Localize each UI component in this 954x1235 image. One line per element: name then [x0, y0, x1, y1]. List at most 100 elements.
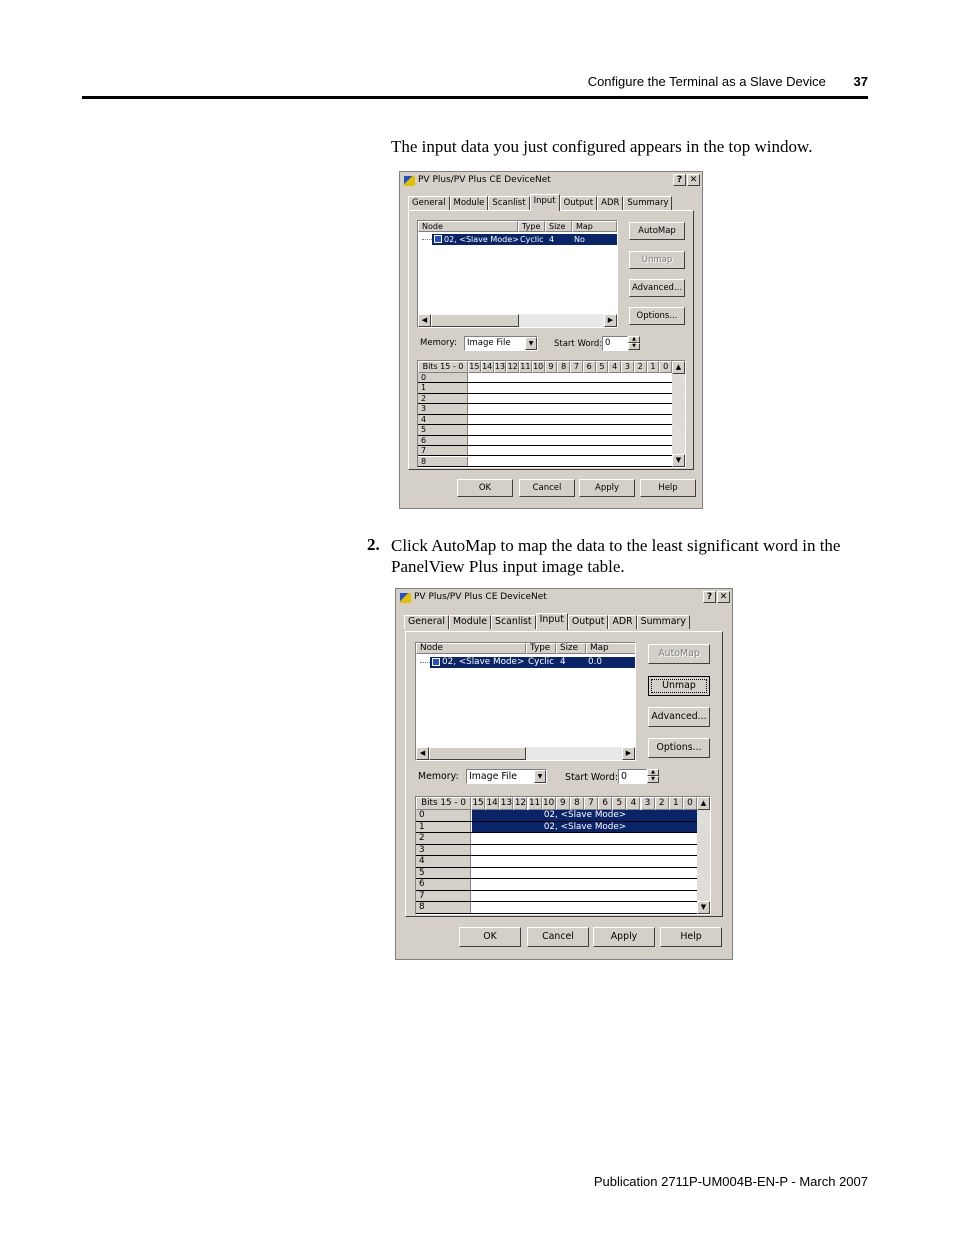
tab-summary[interactable]: Summary — [636, 615, 690, 629]
word-row-6[interactable]: 6 — [416, 879, 697, 891]
tab-output[interactable]: Output — [559, 196, 598, 210]
tab-summary[interactable]: Summary — [623, 196, 673, 210]
help-title-button[interactable]: ? — [673, 174, 686, 186]
bit-header-11[interactable]: 11 — [519, 361, 532, 373]
column-header-size[interactable]: Size — [556, 643, 586, 654]
title-bar[interactable]: PV Plus/PV Plus CE DeviceNet? ✕ — [398, 591, 730, 605]
tab-scanlist[interactable]: Scanlist — [488, 196, 530, 210]
scroll-right-arrow-icon[interactable]: ▶ — [622, 747, 635, 760]
bit-header-0[interactable]: 0 — [659, 361, 673, 373]
start-word-spinner[interactable]: ▲ ▼ — [628, 336, 640, 351]
tab-module[interactable]: Module — [449, 196, 489, 210]
word-row-4[interactable]: 4 — [418, 414, 672, 426]
column-header-node[interactable]: Node — [418, 221, 518, 232]
start-word-spinner[interactable]: ▲ ▼ — [647, 769, 659, 784]
close-title-button[interactable]: ✕ — [687, 174, 700, 186]
scroll-down-arrow-icon[interactable]: ▼ — [697, 901, 710, 914]
dropdown-arrow-icon[interactable]: ▼ — [534, 770, 546, 783]
word-row-1[interactable]: 1 02, <Slave Mode> — [416, 821, 698, 834]
bit-header-13[interactable]: 13 — [499, 797, 514, 810]
bit-header-6[interactable]: 6 — [598, 797, 613, 810]
memory-select[interactable]: Image File ▼ — [464, 336, 538, 351]
tab-general[interactable]: General — [408, 196, 450, 210]
bit-header-15[interactable]: 15 — [468, 361, 481, 373]
mapped-word-0[interactable]: 02, <Slave Mode> — [472, 810, 698, 821]
bit-header-1[interactable]: 1 — [668, 797, 683, 810]
input-image-grid[interactable]: Bits 15 - 0 15 14 13 12 11 10 9 8 7 6 5 4 3 2 1 0 0 02, <S… — [415, 796, 711, 915]
vertical-scrollbar[interactable]: ▲ ▼ — [697, 797, 710, 914]
bit-header-1[interactable]: 1 — [646, 361, 660, 373]
bit-header-15[interactable]: 15 — [471, 797, 486, 810]
word-row-2[interactable]: 2 — [416, 833, 697, 845]
unmap-button[interactable]: Unmap — [648, 676, 710, 696]
title-bar[interactable]: PV Plus/PV Plus CE DeviceNet? ✕ — [402, 174, 700, 188]
bit-header-3[interactable]: 3 — [640, 797, 655, 810]
tab-adr[interactable]: ADR — [597, 196, 624, 210]
bit-header-10[interactable]: 10 — [541, 797, 556, 810]
column-header-size[interactable]: Size — [545, 221, 572, 232]
scroll-right-arrow-icon[interactable]: ▶ — [604, 314, 617, 327]
bit-header-2[interactable]: 2 — [633, 361, 647, 373]
advanced-button[interactable]: Advanced... — [648, 707, 710, 727]
horizontal-scrollbar[interactable]: ◀ ▶ — [416, 747, 635, 760]
word-row-7[interactable]: 7 — [418, 446, 672, 457]
apply-button[interactable]: Apply — [579, 479, 635, 497]
options-button[interactable]: Options... — [648, 738, 710, 758]
node-row-slave-mode[interactable]: 02, <Slave Mode> Cyclic 4 No — [432, 234, 617, 245]
tab-output[interactable]: Output — [567, 615, 609, 629]
bit-header-7[interactable]: 7 — [584, 797, 599, 810]
cancel-button[interactable]: Cancel — [527, 927, 589, 947]
scanlist-node-list[interactable]: Node Type Size Map 02, <Slave Mode> Cyclic 4 0.… — [415, 642, 636, 761]
bit-header-5[interactable]: 5 — [595, 361, 609, 373]
spin-down-arrow-icon[interactable]: ▼ — [628, 343, 640, 350]
bit-header-4[interactable]: 4 — [608, 361, 622, 373]
bit-header-8[interactable]: 8 — [557, 361, 571, 373]
bit-header-12[interactable]: 12 — [506, 361, 520, 373]
tab-general[interactable]: General — [404, 615, 449, 629]
memory-select[interactable]: Image File ▼ — [466, 769, 547, 784]
spin-up-arrow-icon[interactable]: ▲ — [647, 769, 659, 776]
bit-header-11[interactable]: 11 — [527, 797, 542, 810]
bit-header-14[interactable]: 14 — [485, 797, 500, 810]
word-row-5[interactable]: 5 — [416, 867, 697, 880]
spin-up-arrow-icon[interactable]: ▲ — [628, 336, 640, 343]
column-header-type[interactable]: Type — [526, 643, 556, 654]
word-row-3[interactable]: 3 — [418, 404, 672, 415]
scroll-thumb[interactable] — [431, 314, 519, 327]
word-row-8[interactable]: 8 — [416, 902, 697, 914]
tab-input[interactable]: Input — [535, 613, 568, 630]
input-image-grid[interactable]: Bits 15 - 0 15 14 13 12 11 10 9 8 7 6 5 4 3 2 1 0 0 1 2 3 4 5 6… — [417, 360, 686, 468]
vertical-scrollbar[interactable]: ▲ ▼ — [672, 361, 685, 467]
start-word-input[interactable]: 0 — [602, 336, 628, 351]
word-row-4[interactable]: 4 — [416, 856, 697, 868]
horizontal-scrollbar[interactable]: ◀ ▶ — [418, 314, 617, 327]
automap-button[interactable]: AutoMap — [648, 644, 710, 664]
spin-down-arrow-icon[interactable]: ▼ — [647, 776, 659, 783]
mapped-word-1[interactable]: 02, <Slave Mode> — [472, 821, 698, 833]
bit-header-6[interactable]: 6 — [582, 361, 596, 373]
column-header-node[interactable]: Node — [416, 643, 526, 654]
column-header-map[interactable]: Map — [572, 221, 617, 232]
start-word-input[interactable]: 0 — [618, 769, 647, 784]
cancel-button[interactable]: Cancel — [519, 479, 575, 497]
help-button[interactable]: Help — [660, 927, 722, 947]
help-title-button[interactable]: ? — [703, 591, 716, 603]
scroll-left-arrow-icon[interactable]: ◀ — [416, 747, 429, 760]
scroll-thumb[interactable] — [429, 747, 526, 760]
scroll-up-arrow-icon[interactable]: ▲ — [672, 361, 685, 374]
word-row-3[interactable]: 3 — [416, 844, 697, 857]
bit-header-5[interactable]: 5 — [612, 797, 627, 810]
advanced-button[interactable]: Advanced... — [629, 279, 685, 297]
word-row-5[interactable]: 5 — [418, 425, 672, 436]
options-button[interactable]: Options... — [629, 307, 685, 325]
word-row-6[interactable]: 6 — [418, 435, 672, 447]
unmap-button[interactable]: Unmap — [629, 251, 685, 269]
bit-header-3[interactable]: 3 — [621, 361, 634, 373]
bit-header-9[interactable]: 9 — [555, 797, 570, 810]
word-row-2[interactable]: 2 — [418, 393, 672, 405]
scanlist-node-list[interactable]: Node Type Size Map 02, <Slave Mode> Cyclic 4 No… — [417, 220, 618, 328]
bit-header-8[interactable]: 8 — [569, 797, 584, 810]
node-row-slave-mode[interactable]: 02, <Slave Mode> Cyclic 4 0.0 — [430, 657, 635, 668]
bit-header-4[interactable]: 4 — [626, 797, 641, 810]
tab-input[interactable]: Input — [529, 194, 560, 211]
